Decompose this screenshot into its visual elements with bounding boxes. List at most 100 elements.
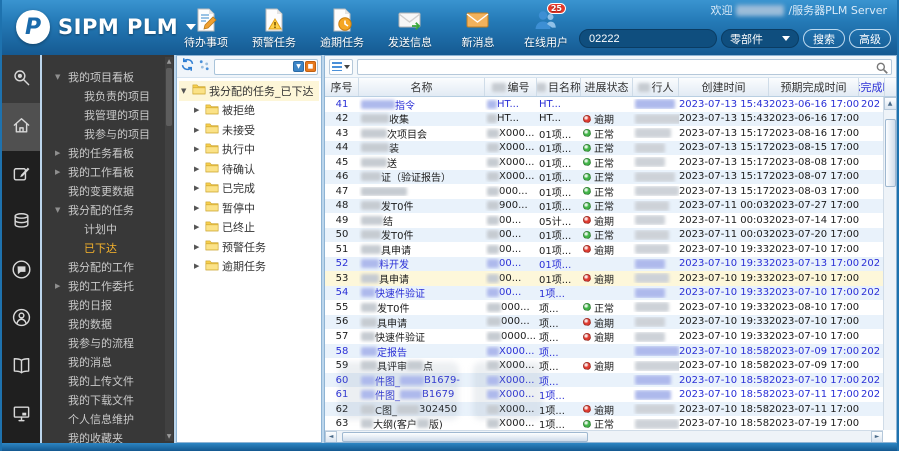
scroll-left-icon[interactable]: ◄ [325, 430, 337, 442]
refresh-icon[interactable] [180, 57, 195, 76]
sidebar-item[interactable]: ▶ 我的工作看板 [42, 162, 174, 181]
vertical-scroll-thumb[interactable] [884, 119, 896, 187]
table-row[interactable]: 63 大纲(客户 版) X000... 1项... 正常 2023-07-10 18:58 2… [325, 416, 896, 431]
rail-monitor-button[interactable] [2, 391, 40, 439]
sidebar-item[interactable]: 个人信息维护 [42, 409, 174, 428]
rail-support-button[interactable] [2, 295, 40, 343]
sidebar-item[interactable]: 我负责的项目 [42, 86, 174, 105]
search-button[interactable]: 搜索 [803, 29, 845, 48]
column-header[interactable]: 进展状态 [581, 78, 633, 96]
send-message-button[interactable]: 发送信息 [382, 7, 438, 50]
rail-database-button[interactable] [2, 199, 40, 247]
sidebar-item[interactable]: 我的日报 [42, 295, 174, 314]
app-logo[interactable]: P SIPM PLM [16, 10, 197, 44]
column-header[interactable]: 目名称 [537, 78, 581, 96]
new-message-button[interactable]: 新消息 [450, 7, 506, 50]
global-search-input[interactable] [579, 29, 717, 48]
rail-book-button[interactable] [2, 343, 40, 391]
scroll-up-icon[interactable]: ▲ [883, 97, 896, 110]
warning-task-button[interactable]: 预警任务 [246, 7, 302, 50]
sidebar-item[interactable]: 计划中 [42, 219, 174, 238]
tree-node[interactable]: ▶ 预警任务 [179, 237, 319, 257]
cell-project: 05计... [539, 216, 572, 228]
sidebar-item[interactable]: ▶ 我的任务看板 [42, 143, 174, 162]
sidebar-item[interactable]: 我的下载文件 [42, 390, 174, 409]
tree-filter-input[interactable]: ▼ ■ [214, 58, 318, 75]
tree-node[interactable]: ▶ 执行中 [179, 140, 319, 160]
table-row[interactable]: 43 次项目会 X000... 01项... 正常 2023-07-13 15:17 202… [325, 126, 896, 141]
table-layout-button[interactable] [329, 58, 353, 75]
column-header[interactable]: 名称 [359, 78, 485, 96]
horizontal-scrollbar[interactable]: ◄ ► [325, 430, 883, 442]
table-row[interactable]: 46 证（验证报告） X000... 01项... 正常 2023-07-13 15:17… [325, 169, 896, 184]
rail-chat-button[interactable] [2, 247, 40, 295]
online-users-button[interactable]: 25 在线用户 [518, 3, 574, 50]
tree-node[interactable]: ▶ 已完成 [179, 179, 319, 199]
sidebar-item[interactable]: 我的数据 [42, 314, 174, 333]
table-row[interactable]: 45 送 X000... 01项... 正常 2023-07-13 15:17 2023-0… [325, 155, 896, 170]
table-row[interactable]: 62 C图_ 302450 X000... 1项... 逾期 2023-07-10 18:5… [325, 401, 896, 417]
tree-filter-go-button[interactable]: ▼ [293, 61, 304, 72]
table-row[interactable]: 55 发T0件 000... 项... 正常 2023-07-10 19:33 2023-0… [325, 300, 896, 315]
sidebar-item[interactable]: 我参与的项目 [42, 124, 174, 143]
sidebar-item[interactable]: 已下达 [42, 238, 174, 257]
sidebar-item[interactable]: 我的消息 [42, 352, 174, 371]
tree-filter-stop-button[interactable]: ■ [305, 61, 316, 72]
column-header[interactable]: 创建时间 [679, 78, 769, 96]
column-header[interactable]: 编号 [485, 78, 537, 96]
tree-node[interactable]: ▶ 已终止 [179, 218, 319, 238]
table-row[interactable]: 61 件图_ B1679 X000... 1项... 2023-07-10 18:58 20… [325, 387, 896, 402]
tree-node[interactable]: ▶ 被拒绝 [179, 101, 319, 121]
table-row[interactable]: 48 发T0件 900... 01项... 正常 2023-07-11 00:03 2023… [325, 198, 896, 213]
column-header[interactable]: 预期完成时间 [769, 78, 859, 96]
scroll-right-icon[interactable]: ► [871, 430, 883, 442]
sidebar-scroll-thumb[interactable] [166, 68, 172, 126]
table-row[interactable]: 54 快速件验证 00... 1项... 2023-07-10 19:33 2023-07… [325, 285, 896, 300]
table-row[interactable]: 59 具评审点 X000... 项... 逾期 2023-07-10 18:58 2023-… [325, 358, 896, 373]
advanced-search-button[interactable]: 高级 [849, 29, 891, 48]
table-row[interactable]: 56 具申请 000... 项... 逾期 2023-07-10 19:33 2023-07… [325, 314, 896, 330]
table-row[interactable]: 57 快速件验证 0000... 项... 逾期 2023-07-10 19:33 2023… [325, 329, 896, 344]
scroll-down-icon[interactable]: ▼ [167, 432, 172, 441]
tree-node[interactable]: ▶ 暂停中 [179, 198, 319, 218]
tree-node[interactable]: ▶ 未接受 [179, 120, 319, 140]
horizontal-scroll-thumb[interactable] [342, 431, 588, 442]
table-row[interactable]: 58 定报告 X000... 项... 2023-07-10 18:58 2023-07-… [325, 343, 896, 359]
sidebar-item[interactable]: 我参与的流程 [42, 333, 174, 352]
sidebar-item[interactable]: 我的变更数据 [42, 181, 174, 200]
sidebar-item[interactable]: 我的上传文件 [42, 371, 174, 390]
rail-edit-button[interactable] [2, 151, 40, 199]
column-header[interactable]: 序号 [325, 78, 359, 96]
tree-node[interactable]: ▶ 逾期任务 [179, 257, 319, 277]
table-search-input[interactable] [357, 58, 892, 75]
todo-doc-button[interactable]: 待办事项 [178, 7, 234, 50]
sidebar-item[interactable]: 我分配的工作 [42, 257, 174, 276]
table-row[interactable]: 60 件图_ B1679- X000... 项... 2023-07-10 18:58 20… [325, 372, 896, 388]
table-row[interactable]: 49 结 00... 05计... 逾期 2023-07-11 00:03 2023-07-… [325, 213, 896, 228]
rail-sipm-search-button[interactable] [2, 55, 40, 103]
table-row[interactable]: 52 料开发 00... 01项... 2023-07-10 19:33 2023-07-… [325, 256, 896, 271]
sidebar-scrollbar[interactable]: ▲ ▼ [165, 57, 173, 441]
sidebar-item[interactable]: ▶ 我的工作委托 [42, 276, 174, 295]
org-chart-icon[interactable] [198, 57, 211, 76]
table-row[interactable]: 51 具申请 00... 01项... 逾期 2023-07-10 19:33 2023-0… [325, 242, 896, 257]
overdue-task-button[interactable]: 逾期任务 [314, 7, 370, 50]
table-row[interactable]: 41 指令 HT... HT... 2023-07-13 15:43 2023-06-16… [325, 97, 896, 112]
table-row[interactable]: 53 具申请 00... 01项... 逾期 2023-07-10 19:33 2023-0… [325, 271, 896, 286]
table-row[interactable]: 47 000... 01项... 正常 2023-07-13 15:17 2023-08-… [325, 184, 896, 199]
sidebar-item[interactable]: ▼ 我分配的任务 [42, 200, 174, 219]
table-row[interactable]: 42 收集 HT... HT... 逾期 2023-07-13 15:43 2023-06-… [325, 111, 896, 127]
vertical-scrollbar[interactable]: ▲ [883, 97, 896, 430]
search-category-select[interactable]: 零部件 [721, 29, 799, 48]
scroll-up-icon[interactable]: ▲ [167, 57, 172, 66]
column-header[interactable]: 行人 [633, 78, 679, 96]
status-label: 逾期 [594, 115, 614, 127]
tree-node[interactable]: ▶ 待确认 [179, 159, 319, 179]
column-header[interactable]: 实际完成时间 [859, 78, 885, 96]
sidebar-item[interactable]: 我管理的项目 [42, 105, 174, 124]
rail-home-button[interactable] [2, 103, 40, 151]
sidebar-item[interactable]: ▼ 我的项目看板 [42, 67, 174, 86]
table-row[interactable]: 50 发T0件 00... 01项... 正常 2023-07-11 00:03 2023-… [325, 227, 896, 242]
tree-root-node[interactable]: ▼ 我分配的任务_已下达 [179, 81, 319, 101]
table-row[interactable]: 44 装 X000... 01项... 正常 2023-07-13 15:17 2023-0… [325, 140, 896, 155]
